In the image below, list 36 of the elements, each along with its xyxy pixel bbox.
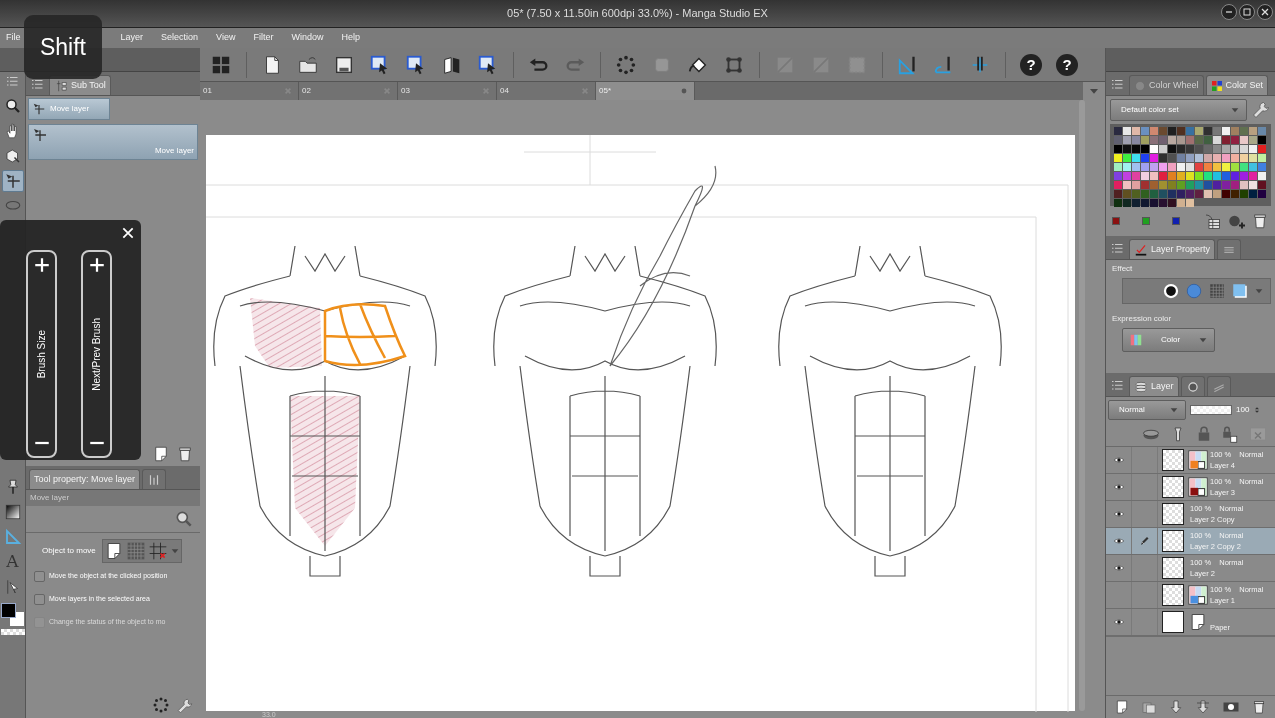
panel-tab[interactable]: Tool property: Move layer [29, 469, 141, 489]
document-tab[interactable]: 05* [596, 82, 695, 100]
slider-control[interactable]: Brush Size [26, 250, 57, 458]
menu-item[interactable]: File [6, 31, 21, 45]
panel-tab[interactable]: Color Wheel [1129, 75, 1204, 95]
dropdown[interactable]: Normal [1108, 400, 1186, 420]
dropdown[interactable]: Color [1122, 328, 1215, 352]
field-label: Object to move [42, 545, 96, 557]
window-title: 05* (7.50 x 11.50in 600dpi 33.0%) - Manga Studio EX [507, 6, 768, 22]
panel-title: Move layer [30, 492, 70, 504]
text-tool-button[interactable]: A [1, 551, 24, 573]
document-tab[interactable]: 01 [200, 82, 299, 100]
menu-item[interactable]: Filter [253, 31, 274, 45]
menu-item[interactable]: Help [341, 31, 360, 45]
opacity-value: 100 [1236, 404, 1250, 416]
document-tab[interactable]: 02 [299, 82, 398, 100]
help-button[interactable]: ? [1020, 53, 1042, 76]
panel-tab[interactable]: Layer [1129, 376, 1179, 396]
menu-item[interactable]: Selection [161, 31, 199, 45]
panel-tab[interactable]: Color Set [1205, 75, 1269, 95]
menu-item[interactable]: Layer [120, 31, 144, 45]
menu-item[interactable]: Window [291, 31, 324, 45]
menu-item[interactable]: View [216, 31, 236, 45]
panel-tab[interactable]: Layer Property [1129, 239, 1216, 259]
sub-tool-group[interactable]: Move layer [28, 98, 110, 120]
document-tab[interactable]: 04 [497, 82, 596, 100]
sub-tool-item[interactable]: Move layer [28, 124, 198, 160]
section-label: Effect [1111, 263, 1134, 275]
slider-control[interactable]: Next/Prev Brush [81, 250, 112, 458]
key-overlay: Shift [24, 15, 102, 79]
help-button[interactable]: ? [1056, 53, 1078, 76]
slider-label: Next/Prev Brush [90, 317, 103, 391]
dropdown[interactable]: Default color set [1110, 99, 1247, 121]
section-label: Expression color [1111, 313, 1173, 325]
slider-label: Brush Size [35, 329, 48, 379]
document-tab[interactable]: 03 [398, 82, 497, 100]
